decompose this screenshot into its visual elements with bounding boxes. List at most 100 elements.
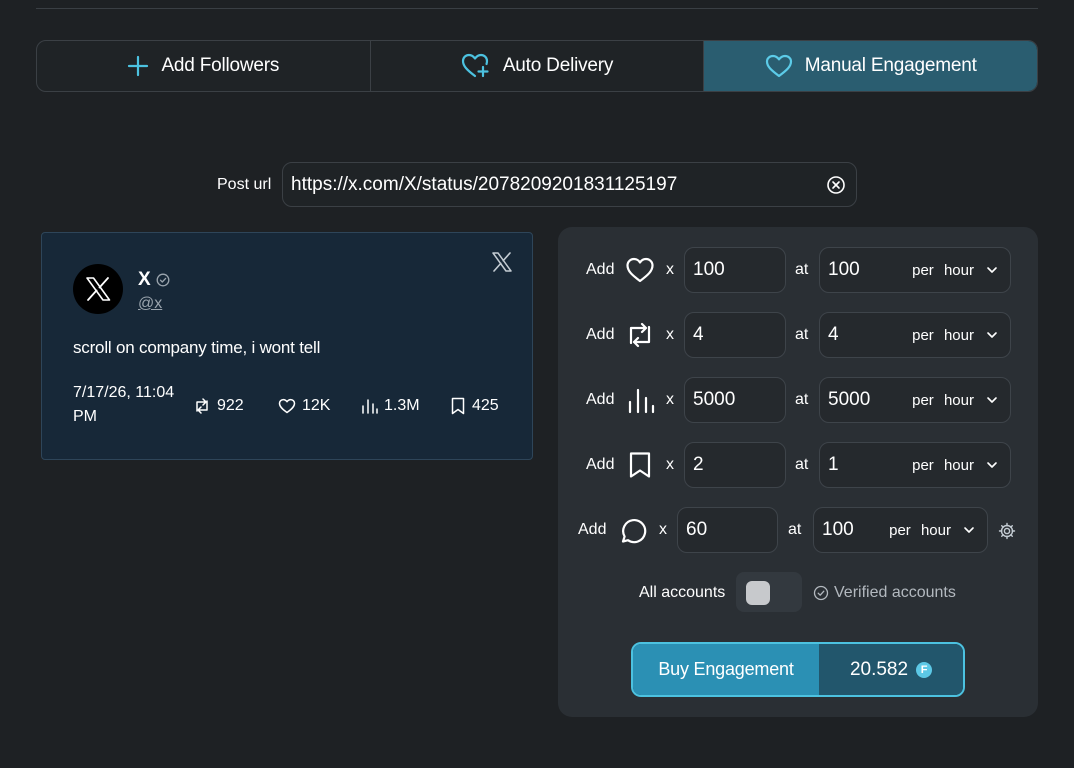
- engagement-row-views: Add x at per hour: [558, 377, 1038, 423]
- unit-label: hour: [943, 262, 974, 279]
- likes-rate-input[interactable]: [828, 259, 888, 281]
- per-label: per: [912, 392, 934, 409]
- bookmarks-rate-input[interactable]: [828, 454, 888, 476]
- verified-icon: [813, 585, 829, 601]
- amount-field: [684, 247, 786, 293]
- views-amount-input[interactable]: [693, 389, 753, 411]
- like-count: 12K: [278, 397, 330, 415]
- views-rate-input[interactable]: [828, 389, 888, 411]
- per-label: per: [912, 327, 934, 344]
- bookmark-icon: [451, 397, 465, 415]
- rate-field[interactable]: per hour: [819, 377, 1011, 423]
- coin-icon: F: [916, 661, 933, 678]
- times-label: x: [666, 456, 674, 473]
- top-divider: [36, 8, 1038, 9]
- x-logo-icon[interactable]: [491, 251, 513, 273]
- tab-add-followers[interactable]: Add Followers: [37, 41, 370, 91]
- add-label: Add: [586, 326, 615, 343]
- accounts-toggle[interactable]: [736, 572, 802, 612]
- rate-unit[interactable]: per hour: [912, 327, 974, 344]
- bookmarks-amount-input[interactable]: [693, 454, 753, 476]
- unit-label: hour: [943, 327, 974, 344]
- post-url-field: [282, 162, 857, 207]
- retweet-icon: [629, 322, 651, 348]
- rate-field[interactable]: per hour: [813, 507, 988, 553]
- rate-field[interactable]: per hour: [819, 312, 1011, 358]
- chevron-down-icon[interactable]: [986, 394, 998, 406]
- heart-icon: [278, 398, 296, 414]
- rate-unit[interactable]: per hour: [889, 522, 951, 539]
- all-accounts-label: All accounts: [639, 584, 726, 601]
- rate-field[interactable]: per hour: [819, 442, 1011, 488]
- price-display: 20.582 F: [819, 644, 963, 695]
- engagement-row-likes: Add x at per hour: [558, 247, 1038, 293]
- add-label: Add: [586, 456, 615, 473]
- verified-accounts: Verified accounts: [813, 584, 956, 602]
- heart-icon: [765, 54, 792, 78]
- unit-label: hour: [943, 457, 974, 474]
- heart-plus-icon: [461, 53, 489, 78]
- amount-field: [684, 312, 786, 358]
- retweet-count: 922: [193, 397, 244, 415]
- tab-label: Auto Delivery: [502, 55, 614, 76]
- comment-icon: [621, 519, 647, 544]
- per-label: per: [889, 522, 911, 539]
- at-label: at: [795, 456, 809, 473]
- verified-icon: [156, 273, 170, 287]
- post-url-input[interactable]: [291, 173, 811, 196]
- at-label: at: [795, 326, 809, 343]
- rate-unit[interactable]: per hour: [912, 262, 974, 279]
- x-logo-icon: [86, 277, 111, 301]
- tweet-preview-card: X @x scroll on company time, i wont tell…: [41, 232, 533, 460]
- times-label: x: [666, 391, 674, 408]
- views-icon: [628, 388, 655, 414]
- gear-icon[interactable]: [998, 522, 1016, 540]
- rate-field[interactable]: per hour: [819, 247, 1011, 293]
- post-url-label: Post url: [217, 176, 272, 193]
- views-icon: [362, 399, 378, 414]
- tab-manual-engagement[interactable]: Manual Engagement: [703, 41, 1037, 91]
- retweets-amount-input[interactable]: [693, 324, 753, 346]
- accounts-filter: All accounts Verified accounts: [558, 572, 1038, 612]
- verified-accounts-label: Verified accounts: [834, 584, 956, 601]
- avatar: [73, 264, 123, 314]
- bookmark-count-value: 425: [472, 397, 499, 414]
- per-label: per: [912, 457, 934, 474]
- amount-field: [684, 442, 786, 488]
- price-value: 20.582: [849, 658, 909, 680]
- heart-icon: [626, 257, 654, 283]
- tweet-date: 7/17/26, 11:04 PM: [73, 384, 175, 425]
- rate-unit[interactable]: per hour: [912, 392, 974, 409]
- buy-engagement-group: Buy Engagement 20.582 F: [631, 642, 965, 697]
- plus-icon: [128, 55, 149, 77]
- engagement-row-bookmarks: Add x at per hour: [558, 442, 1038, 488]
- amount-field: [684, 377, 786, 423]
- comments-amount-input[interactable]: [686, 519, 746, 541]
- chevron-down-icon[interactable]: [963, 524, 975, 536]
- bookmark-icon: [629, 452, 651, 478]
- at-label: at: [795, 391, 809, 408]
- buy-engagement-button[interactable]: Buy Engagement: [633, 644, 819, 695]
- retweets-rate-input[interactable]: [828, 324, 888, 346]
- chevron-down-icon[interactable]: [986, 459, 998, 471]
- mode-tabs: Add Followers Auto Delivery Manual Engag…: [36, 40, 1038, 92]
- clear-icon[interactable]: [826, 175, 846, 195]
- times-label: x: [659, 521, 667, 538]
- rate-unit[interactable]: per hour: [912, 457, 974, 474]
- comments-rate-input[interactable]: [822, 519, 882, 541]
- add-label: Add: [586, 391, 615, 408]
- likes-amount-input[interactable]: [693, 259, 753, 281]
- tweet-text: scroll on company time, i wont tell: [73, 338, 321, 357]
- engagement-row-retweets: Add x at per hour: [558, 312, 1038, 358]
- tweet-handle[interactable]: @x: [138, 295, 162, 313]
- add-label: Add: [586, 261, 615, 278]
- chevron-down-icon[interactable]: [986, 329, 998, 341]
- tab-auto-delivery[interactable]: Auto Delivery: [369, 41, 704, 91]
- tweet-author-name: X: [138, 269, 151, 290]
- tab-label: Add Followers: [161, 55, 280, 76]
- at-label: at: [788, 521, 802, 538]
- view-count: 1.3M: [360, 397, 420, 415]
- tweet-author: X: [138, 269, 170, 291]
- like-count-value: 12K: [302, 397, 331, 414]
- chevron-down-icon[interactable]: [986, 264, 998, 276]
